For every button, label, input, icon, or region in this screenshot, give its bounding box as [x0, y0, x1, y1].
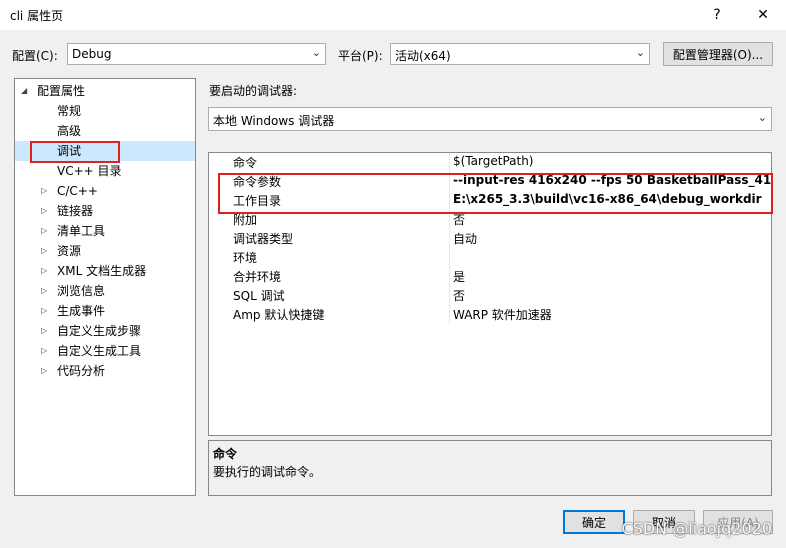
- property-row[interactable]: 命令 $(TargetPath): [209, 153, 771, 172]
- tree-item[interactable]: ▷ 清单工具: [15, 221, 195, 241]
- collapse-icon: ◢: [21, 86, 28, 95]
- tree-item-label: 清单工具: [57, 224, 106, 238]
- chevron-down-icon: ⌄: [635, 46, 645, 59]
- expand-icon[interactable]: ▷: [41, 241, 47, 261]
- highlight-box-selected-item: [30, 141, 120, 163]
- watermark: CSDN @liaojq2020: [621, 519, 772, 538]
- highlight-box-properties: [218, 173, 773, 214]
- window-title: cli 属性页: [10, 9, 64, 23]
- column-divider: [449, 153, 450, 172]
- config-label: 配置(C):: [12, 49, 58, 63]
- tree-item-label: 常规: [57, 104, 82, 118]
- tree-item-label: 高级: [57, 124, 82, 138]
- expand-icon[interactable]: ▷: [41, 321, 47, 341]
- close-icon: ✕: [757, 7, 769, 23]
- description-title: 命令: [213, 447, 238, 461]
- tree-item[interactable]: ▷ 链接器: [15, 201, 195, 221]
- close-button[interactable]: ✕: [740, 0, 786, 30]
- description-panel: 命令 要执行的调试命令。: [208, 440, 772, 496]
- tree-item[interactable]: ▷ 资源: [15, 241, 195, 261]
- expand-icon[interactable]: ▷: [41, 341, 47, 361]
- property-value[interactable]: 是: [453, 268, 465, 285]
- tree-item[interactable]: ▷ 代码分析: [15, 361, 195, 381]
- tree-root[interactable]: ◢ 配置属性: [21, 81, 85, 101]
- column-divider: [449, 229, 450, 248]
- property-row[interactable]: 合并环境 是: [209, 267, 771, 286]
- property-row[interactable]: 调试器类型 自动: [209, 229, 771, 248]
- property-value[interactable]: $(TargetPath): [453, 154, 533, 168]
- tree-item-label: 资源: [57, 244, 82, 258]
- description-text: 要执行的调试命令。: [213, 465, 322, 479]
- expand-icon[interactable]: ▷: [41, 221, 47, 241]
- config-manager-button[interactable]: 配置管理器(O)...: [663, 42, 773, 66]
- column-divider: [449, 248, 450, 267]
- expand-icon[interactable]: ▷: [41, 301, 47, 321]
- property-value[interactable]: 自动: [453, 230, 477, 247]
- tree-item-label: XML 文档生成器: [57, 264, 147, 278]
- expand-icon[interactable]: ▷: [41, 361, 47, 381]
- tree-item-label: 代码分析: [57, 364, 106, 378]
- tree-item[interactable]: ▷ 自定义生成工具: [15, 341, 195, 361]
- property-value[interactable]: WARP 软件加速器: [453, 306, 552, 323]
- expand-icon[interactable]: ▷: [41, 181, 47, 201]
- property-row[interactable]: SQL 调试 否: [209, 286, 771, 305]
- property-name: 命令: [233, 156, 258, 170]
- expand-icon[interactable]: ▷: [41, 261, 47, 281]
- tree-item[interactable]: 高级: [15, 121, 195, 141]
- tree-item[interactable]: 常规: [15, 101, 195, 121]
- column-divider: [449, 286, 450, 305]
- tree-item[interactable]: 调试: [15, 141, 195, 163]
- help-button[interactable]: ?: [694, 0, 740, 30]
- tree-item[interactable]: ▷ C/C++: [15, 181, 195, 201]
- platform-select[interactable]: 活动(x64) ⌄: [390, 43, 650, 65]
- property-row[interactable]: 环境: [209, 248, 771, 267]
- property-name: 调试器类型: [233, 232, 294, 246]
- platform-value: 活动(x64): [395, 49, 451, 63]
- platform-label: 平台(P):: [338, 49, 383, 63]
- config-select[interactable]: Debug ⌄: [67, 43, 326, 65]
- tree-item[interactable]: ▷ 浏览信息: [15, 281, 195, 301]
- expand-icon[interactable]: ▷: [41, 201, 47, 221]
- property-name: 合并环境: [233, 270, 282, 284]
- column-divider: [449, 267, 450, 286]
- tree-item-label: 浏览信息: [57, 284, 106, 298]
- tree-item[interactable]: ▷ XML 文档生成器: [15, 261, 195, 281]
- tree-item-label: C/C++: [57, 184, 98, 198]
- tree-item-label: 链接器: [57, 204, 94, 218]
- property-tree[interactable]: ◢ 配置属性 常规高级调试 VC++ 目录 ▷ C/C++ ▷ 链接器 ▷ 清单工具 ▷ 资源 ▷ X…: [14, 78, 196, 496]
- tree-item-label: 生成事件: [57, 304, 106, 318]
- column-divider: [449, 305, 450, 324]
- debugger-select[interactable]: 本地 Windows 调试器 ⌄: [208, 107, 772, 131]
- tree-item[interactable]: VC++ 目录: [15, 161, 195, 181]
- debugger-label: 要启动的调试器:: [209, 84, 298, 98]
- expand-icon[interactable]: ▷: [41, 281, 47, 301]
- chevron-down-icon: ⌄: [757, 111, 767, 124]
- property-name: 环境: [233, 251, 258, 265]
- tree-item-label: VC++ 目录: [57, 164, 122, 178]
- chevron-down-icon: ⌄: [311, 46, 321, 59]
- property-name: SQL 调试: [233, 289, 285, 303]
- tree-item[interactable]: ▷ 生成事件: [15, 301, 195, 321]
- tree-item[interactable]: ▷ 自定义生成步骤: [15, 321, 195, 341]
- config-value: Debug: [72, 47, 112, 61]
- title-bar: cli 属性页 ? ✕: [0, 0, 786, 30]
- ok-button[interactable]: 确定: [563, 510, 625, 534]
- property-value[interactable]: 否: [453, 287, 465, 304]
- property-name: Amp 默认快捷键: [233, 308, 325, 322]
- tree-item-label: 自定义生成步骤: [57, 324, 142, 338]
- debugger-value: 本地 Windows 调试器: [213, 114, 335, 128]
- property-row[interactable]: Amp 默认快捷键 WARP 软件加速器: [209, 305, 771, 324]
- tree-item-label: 自定义生成工具: [57, 344, 142, 358]
